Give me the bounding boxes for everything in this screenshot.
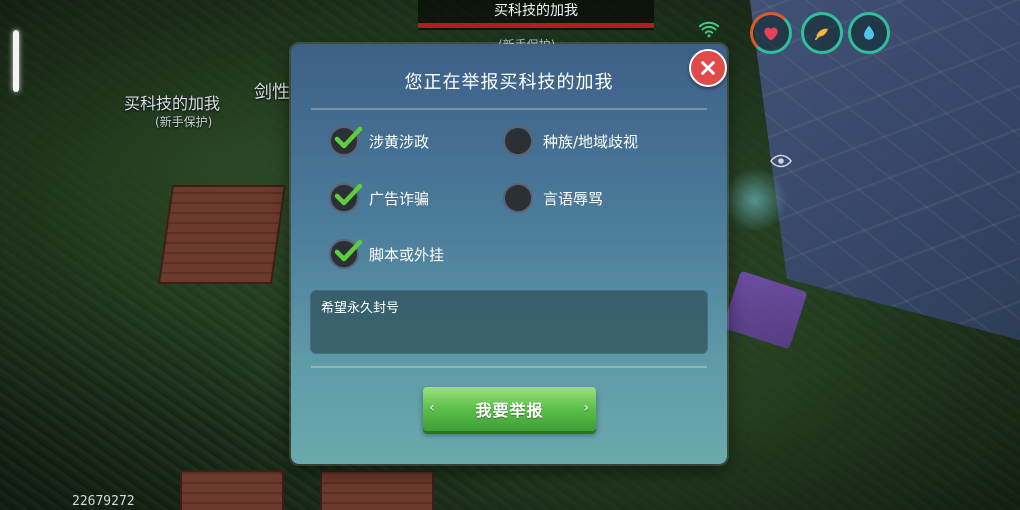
close-icon: [701, 61, 715, 75]
checkmark-icon: [334, 126, 363, 149]
option-label: 脚本或外挂: [369, 245, 445, 264]
checkbox[interactable]: [329, 183, 363, 213]
wood-crate: [180, 470, 284, 510]
nearby-player-tag: (新手保护): [155, 115, 213, 129]
wood-crate: [158, 185, 286, 284]
heart-icon: [764, 27, 778, 41]
partial-player-name: 剑性: [254, 82, 290, 103]
submit-report-button[interactable]: ‹ 我要举报 ›: [423, 387, 596, 431]
checkmark-icon: [334, 183, 363, 206]
wifi-icon: [698, 18, 720, 40]
report-option-ad-fraud[interactable]: 广告诈骗: [329, 183, 429, 213]
close-button[interactable]: [689, 49, 727, 87]
target-nameplate: 买科技的加我: [418, 0, 654, 30]
checkmark-icon: [334, 239, 363, 262]
thirst-gauge: [848, 12, 890, 54]
report-option-cheats[interactable]: 脚本或外挂: [329, 239, 444, 269]
target-health-bar: [418, 23, 654, 28]
option-label: 涉黄涉政: [369, 132, 430, 151]
checkbox[interactable]: [503, 183, 533, 213]
divider: [311, 366, 707, 368]
chevron-right-icon: ›: [583, 400, 590, 416]
target-player-name: 买科技的加我: [494, 3, 578, 19]
dialog-title: 您正在举报买科技的加我: [404, 72, 614, 93]
chevron-left-icon: ‹: [429, 400, 436, 416]
wood-crate: [320, 470, 434, 510]
option-label: 种族/地域歧视: [543, 132, 639, 151]
reason-textarea[interactable]: 希望永久封号: [310, 290, 708, 354]
checkbox[interactable]: [329, 239, 363, 269]
checkbox[interactable]: [329, 126, 363, 156]
option-label: 言语辱骂: [543, 189, 604, 208]
divider: [311, 108, 707, 110]
glow-effect: [720, 170, 790, 230]
water-drop-icon: [864, 25, 874, 40]
report-option-porn-politics[interactable]: 涉黄涉政: [329, 126, 429, 156]
report-dialog: 您正在举报买科技的加我 涉黄涉政 种族/地域歧视 广告诈骗 言语辱骂 脚本或外挂…: [291, 44, 727, 464]
option-label: 广告诈骗: [369, 189, 430, 208]
report-option-discrimination[interactable]: 种族/地域歧视: [503, 126, 638, 156]
food-icon: [814, 28, 828, 41]
submit-label: 我要举报: [475, 401, 544, 420]
hunger-gauge: [801, 12, 843, 54]
report-option-verbal-abuse[interactable]: 言语辱骂: [503, 183, 603, 213]
side-handle[interactable]: [13, 30, 19, 92]
eye-icon[interactable]: [770, 154, 792, 168]
checkbox[interactable]: [503, 126, 533, 156]
score-counter: 22679272: [72, 494, 135, 509]
nearby-player-name: 买科技的加我: [124, 94, 221, 113]
health-gauge: [750, 12, 792, 54]
